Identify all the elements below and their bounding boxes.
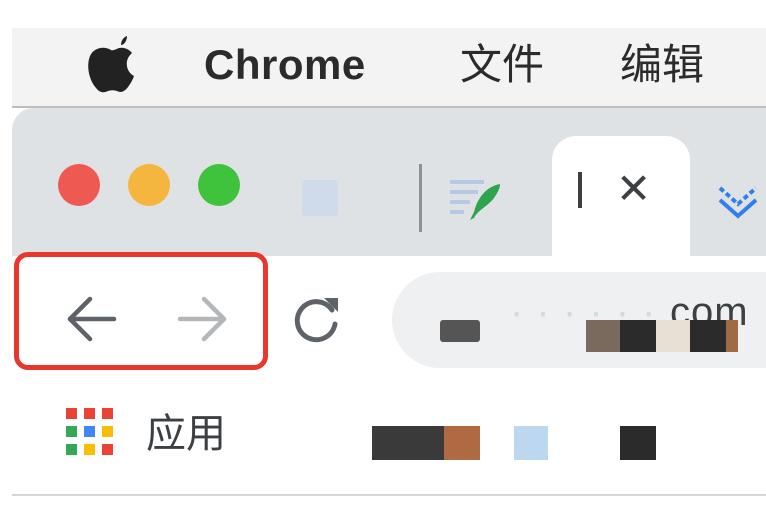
tab-divider [419, 164, 422, 232]
redacted-block [620, 320, 656, 352]
tab-close-icon[interactable]: ✕ [616, 168, 651, 210]
tab-title-fragment [578, 172, 582, 208]
active-tab[interactable]: ✕ [552, 136, 690, 256]
window-close-button[interactable] [58, 164, 100, 206]
tab-favicon[interactable] [302, 180, 338, 216]
tab-favicon-next[interactable] [714, 174, 762, 222]
window-minimize-button[interactable] [128, 164, 170, 206]
apps-grid-icon[interactable] [66, 408, 114, 456]
menu-edit[interactable]: 编辑 [620, 40, 704, 90]
redacted-bookmark [620, 426, 656, 460]
feather-icon[interactable] [448, 170, 504, 226]
redacted-bookmark [514, 426, 548, 460]
redacted-bookmark [372, 426, 444, 460]
redacted-block [690, 320, 726, 352]
window-zoom-button[interactable] [198, 164, 240, 206]
menu-file[interactable]: 文件 [460, 40, 544, 90]
apple-icon[interactable] [86, 36, 136, 94]
back-arrow-icon[interactable] [62, 292, 120, 346]
lock-icon[interactable] [440, 320, 480, 342]
bookmarks-divider [12, 494, 766, 496]
redacted-block [726, 320, 738, 352]
apps-bookmark-label[interactable]: 应用 [146, 410, 226, 458]
reload-icon[interactable] [288, 292, 344, 348]
redacted-block [586, 320, 620, 352]
redacted-block [656, 320, 690, 352]
forward-arrow-icon[interactable] [174, 292, 232, 346]
menu-app-name[interactable]: Chrome [204, 40, 366, 90]
redacted-bookmark [444, 426, 480, 460]
